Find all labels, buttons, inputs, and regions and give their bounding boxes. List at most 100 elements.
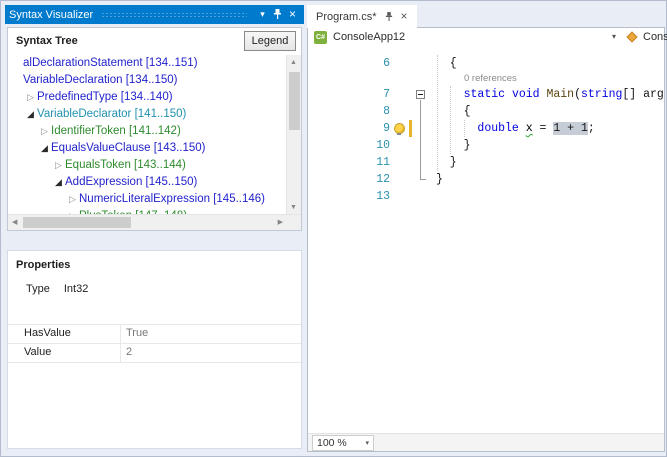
code-token: ( <box>574 88 581 101</box>
legend-button[interactable]: Legend <box>244 31 296 51</box>
chevron-down-icon[interactable]: ▾ <box>612 32 616 41</box>
expand-arrow-icon[interactable]: ▷ <box>52 157 65 174</box>
pin-icon[interactable] <box>270 5 285 24</box>
code-token: } <box>436 156 457 169</box>
scroll-right-icon[interactable]: ▶ <box>278 219 283 226</box>
code-text: } <box>436 171 443 188</box>
lightbulb-icon[interactable] <box>394 123 405 135</box>
property-row[interactable]: Value 2 <box>8 343 301 362</box>
editor-pane: Program.cs* × C# ConsoleApp12 ▾ Cons 6 {… <box>307 5 667 452</box>
property-name: HasValue <box>24 327 71 339</box>
property-value: 2 <box>126 346 133 358</box>
pin-glyph <box>274 9 281 20</box>
expand-arrow-icon[interactable]: ▷ <box>24 89 37 106</box>
code-text: } <box>436 137 471 154</box>
outlining-collapse-icon[interactable] <box>416 90 425 99</box>
code-line: 7 static void Main(string[] args) <box>308 86 664 103</box>
line-number: 9 <box>383 122 390 135</box>
syntax-tree-box: Syntax Tree Legend alDeclarationStatemen… <box>7 27 302 231</box>
code-line: 12} <box>308 171 664 188</box>
horizontal-scroll-thumb[interactable] <box>23 217 131 228</box>
type-dropdown[interactable]: Cons <box>643 31 667 43</box>
editor-bottom-bar: 100 % ▾ <box>308 433 664 451</box>
tab-program-cs[interactable]: Program.cs* × <box>307 5 417 28</box>
tree-item[interactable]: ▷ EqualsToken [143..144) <box>8 157 286 174</box>
tree-vertical-scrollbar[interactable]: ▲ ▼ <box>286 55 301 215</box>
tree-item[interactable]: ◢ VariableDeclarator [141..150) <box>8 106 286 123</box>
code-editor[interactable]: 6 {0 references 7 static void Main(string… <box>308 47 664 434</box>
tree-item[interactable]: ▷ PredefinedType [134..140) <box>8 89 286 106</box>
toolwindow-title: Syntax Visualizer <box>9 8 94 21</box>
change-bar <box>409 120 412 137</box>
codelens-references[interactable]: 0 references <box>464 72 517 86</box>
project-dropdown[interactable]: ConsoleApp12 <box>333 31 405 43</box>
pin-glyph <box>385 11 392 21</box>
csharp-project-icon: C# <box>314 31 327 44</box>
code-line: 10 } <box>308 137 664 154</box>
expand-arrow-icon[interactable]: ▷ <box>66 191 79 208</box>
toolwindow-titlebar[interactable]: Syntax Visualizer ▾ × <box>5 5 304 24</box>
code-token: string <box>580 88 623 101</box>
zoom-control[interactable]: 100 % ▾ <box>312 435 374 451</box>
codelens-row: 0 references <box>308 72 664 86</box>
line-number: 6 <box>383 57 390 70</box>
ide-window: Syntax Visualizer ▾ × Syntax Tree Legend… <box>0 0 667 457</box>
close-icon[interactable]: × <box>285 5 300 24</box>
tree-item[interactable]: ▷ NumericLiteralExpression [145..146) <box>8 191 286 208</box>
tree-item[interactable]: ◢ AddExpression [145..150) <box>8 174 286 191</box>
line-number: 13 <box>376 190 390 203</box>
code-text: { <box>436 103 471 120</box>
property-row[interactable]: HasValue True <box>8 324 301 343</box>
tab-label: Program.cs* <box>316 10 377 23</box>
tree-item-label: IdentifierToken [141..142) <box>51 125 181 137</box>
navigation-bar: C# ConsoleApp12 ▾ Cons <box>308 28 667 48</box>
window-position-icon[interactable]: ▾ <box>255 5 270 24</box>
scroll-down-icon[interactable]: ▼ <box>290 204 297 211</box>
tree-item-label: VariableDeclarator [141..150) <box>37 108 187 120</box>
collapse-arrow-icon[interactable]: ◢ <box>38 140 51 157</box>
code-token: [] args) <box>622 88 664 101</box>
vertical-scroll-thumb[interactable] <box>289 72 300 130</box>
tree-item[interactable]: VariableDeclaration [134..150) <box>8 72 286 89</box>
tree-item-label: NumericLiteralExpression [145..146) <box>79 193 266 205</box>
type-value: Int32 <box>63 283 89 295</box>
titlebar-grip <box>101 10 247 19</box>
code-token: = <box>532 122 554 135</box>
properties-heading: Properties <box>16 259 71 271</box>
close-icon[interactable]: × <box>401 10 408 22</box>
tree-item-label: EqualsToken [143..144) <box>65 159 186 171</box>
tree-item[interactable]: ▷ IdentifierToken [141..142) <box>8 123 286 140</box>
scroll-up-icon[interactable]: ▲ <box>290 59 297 66</box>
code-line: 8 { <box>308 103 664 120</box>
code-token: static <box>463 88 506 101</box>
code-text: { <box>436 55 457 72</box>
pin-icon[interactable] <box>385 11 393 23</box>
scroll-left-icon[interactable]: ◀ <box>12 219 17 226</box>
code-text: } <box>436 154 457 171</box>
code-line: 6 { <box>308 55 664 72</box>
code-token: void <box>511 88 540 101</box>
collapse-arrow-icon[interactable]: ◢ <box>52 174 65 191</box>
syntax-tree-header: Syntax Tree Legend <box>8 28 301 56</box>
code-token: } <box>436 173 443 186</box>
syntax-tree[interactable]: alDeclarationStatement [134..151) Variabl… <box>8 55 286 215</box>
tree-item[interactable]: alDeclarationStatement [134..151) <box>8 55 286 72</box>
class-icon <box>626 31 638 43</box>
line-number: 7 <box>383 88 390 101</box>
code-text: static void Main(string[] args) <box>436 86 664 103</box>
code-token: } <box>436 139 471 152</box>
property-value: True <box>126 327 149 339</box>
syntax-visualizer-panel: Syntax Visualizer ▾ × Syntax Tree Legend… <box>5 5 304 453</box>
collapse-arrow-icon[interactable]: ◢ <box>24 106 37 123</box>
expand-arrow-icon[interactable]: ▷ <box>38 123 51 140</box>
line-number: 11 <box>376 156 390 169</box>
tree-item[interactable]: ◢ EqualsValueClause [143..150) <box>8 140 286 157</box>
tree-horizontal-scrollbar[interactable]: ◀ ▶ <box>8 214 301 230</box>
code-token: double <box>477 122 519 135</box>
syntax-tree-heading: Syntax Tree <box>16 35 78 47</box>
line-number: 12 <box>376 173 390 186</box>
code-line: 13 <box>308 188 664 205</box>
